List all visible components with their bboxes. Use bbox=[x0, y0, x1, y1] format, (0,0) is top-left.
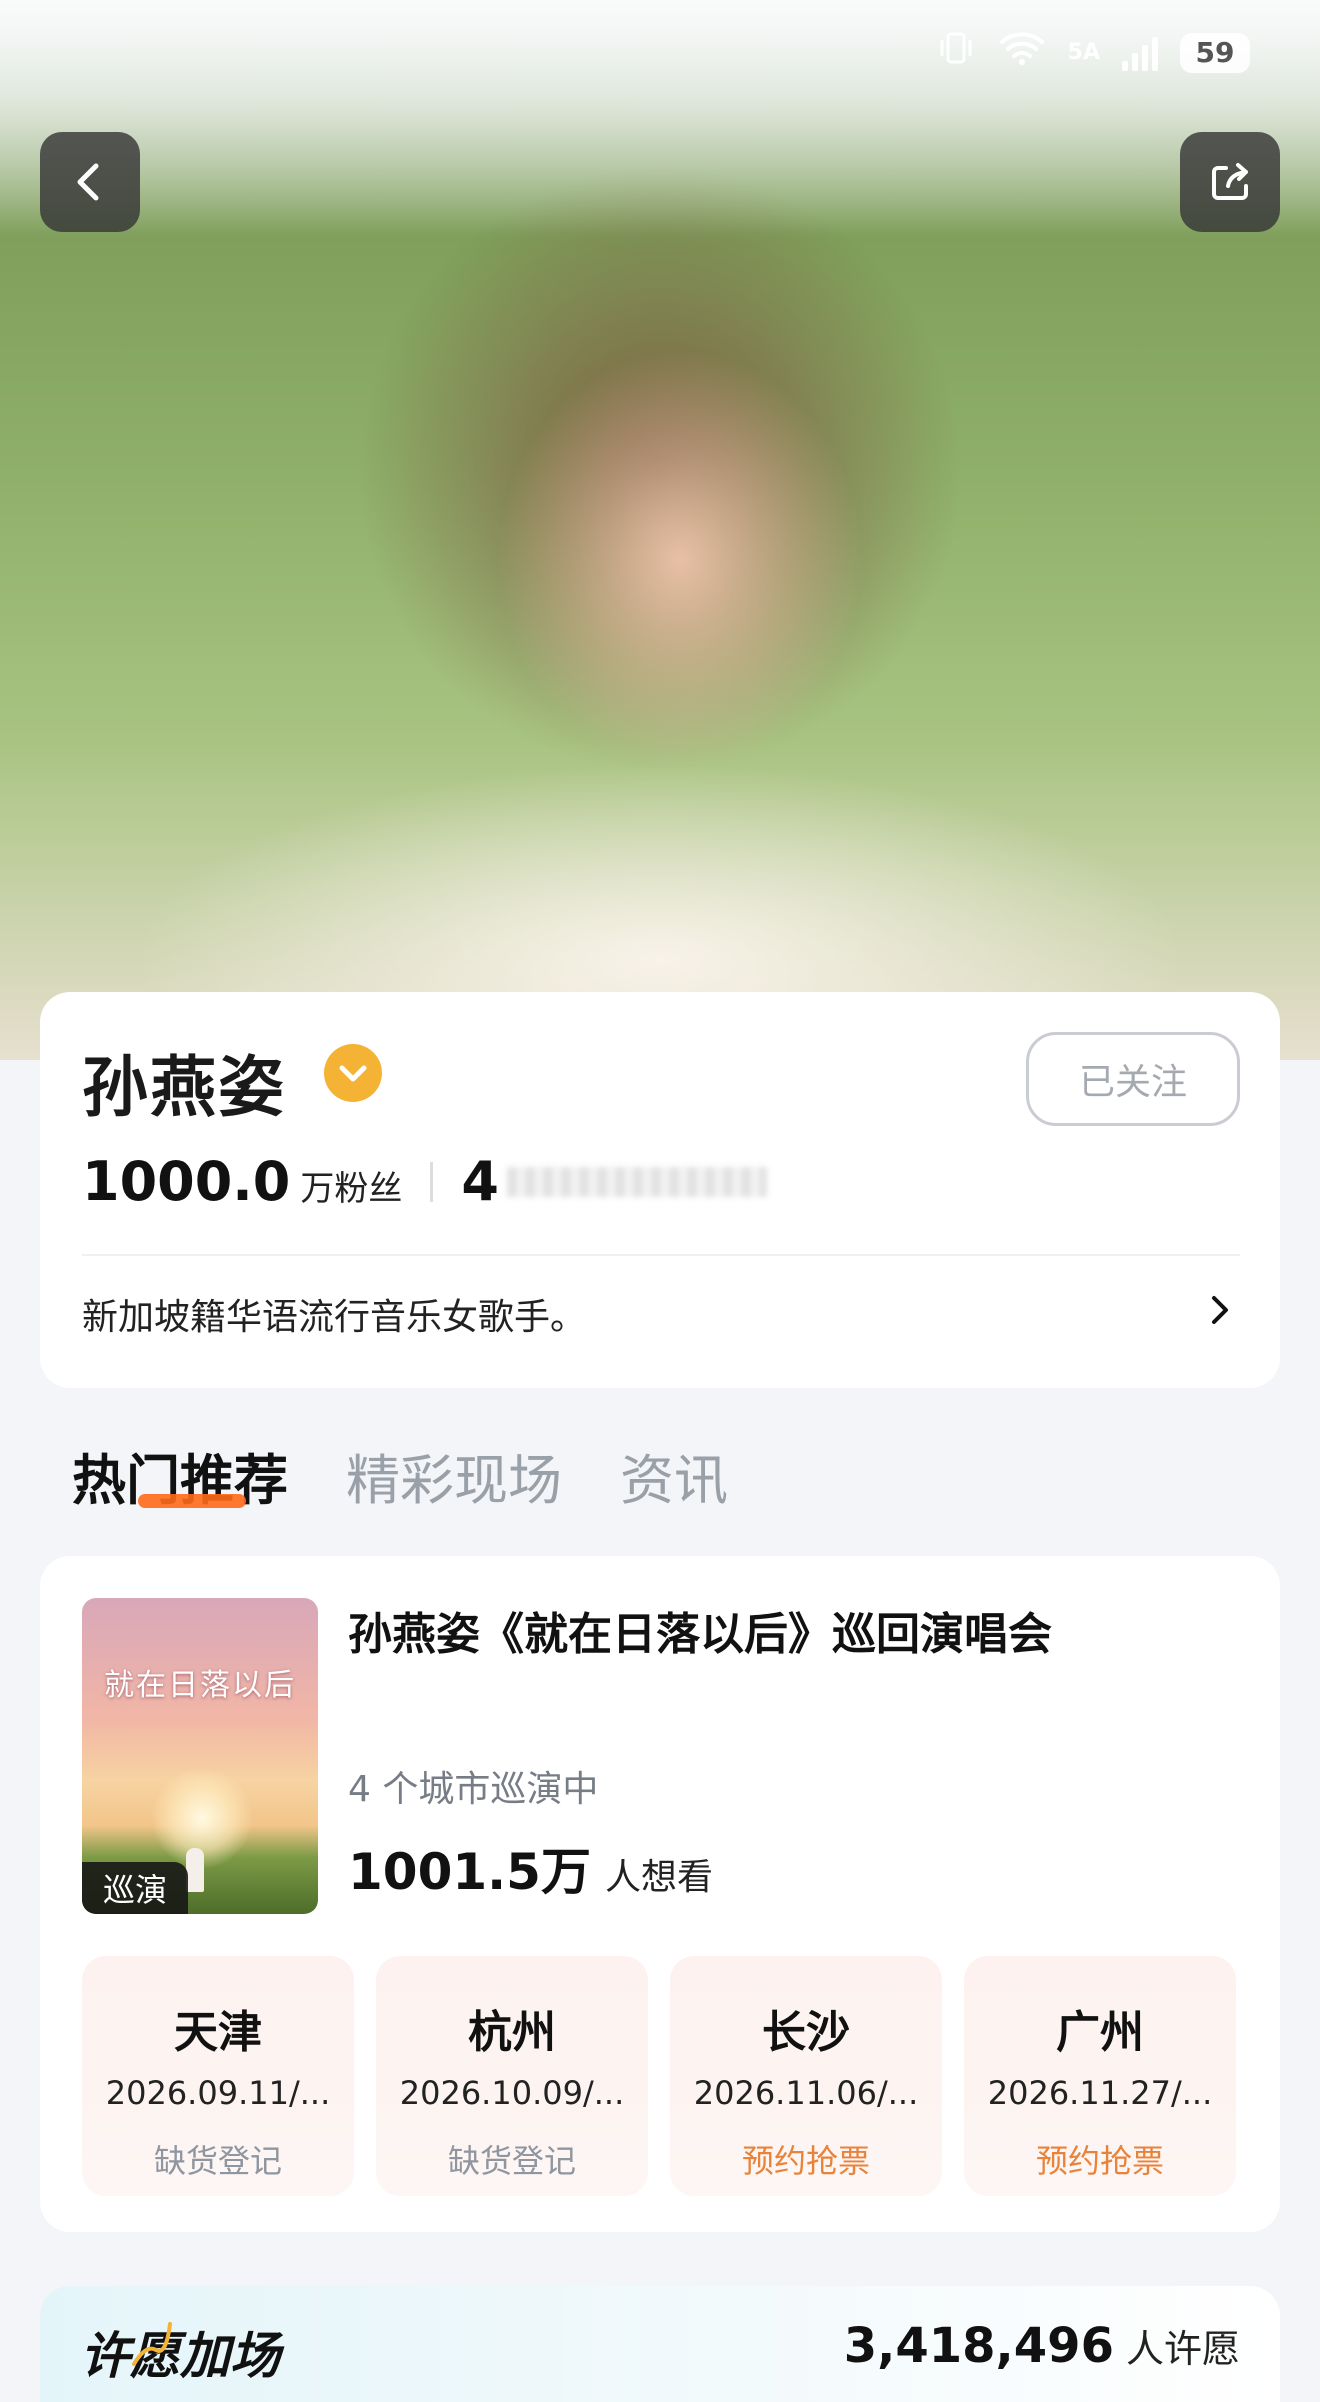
status-bar: 5A 59 bbox=[936, 28, 1250, 77]
stats-row: 1000.0 万粉丝 4 bbox=[82, 1150, 767, 1213]
stats-divider bbox=[430, 1161, 434, 1202]
tab-live-highlights[interactable]: 精彩现场 bbox=[346, 1436, 562, 1515]
vibrate-icon bbox=[936, 28, 976, 77]
city-status: 预约抢票 bbox=[1035, 2142, 1164, 2180]
city-name: 天津 bbox=[174, 2007, 262, 2058]
battery-icon: 59 bbox=[1180, 32, 1250, 73]
fans-count: 1000.0 bbox=[82, 1150, 291, 1213]
wish-label: 人许愿 bbox=[1125, 2327, 1240, 2371]
share-icon bbox=[1212, 163, 1248, 200]
share-button[interactable] bbox=[1180, 132, 1280, 232]
chevron-right-icon[interactable] bbox=[1200, 1290, 1240, 1330]
event-poster[interactable]: 就在日落以后 巡演 bbox=[82, 1598, 318, 1914]
city-name: 长沙 bbox=[762, 2007, 850, 2058]
city-card-changsha[interactable]: 长沙 2026.11.06/... 预约抢票 bbox=[670, 1956, 942, 2196]
back-button[interactable] bbox=[40, 132, 140, 232]
tab-news[interactable]: 资讯 bbox=[620, 1436, 728, 1515]
city-card-hangzhou[interactable]: 杭州 2026.10.09/... 缺货登记 bbox=[376, 1956, 648, 2196]
artist-profile-card: 孙燕姿 已关注 1000.0 万粉丝 4 新加坡籍华语流行音乐女歌手。 bbox=[40, 992, 1280, 1388]
city-name: 广州 bbox=[1056, 2007, 1144, 2058]
active-tab-indicator bbox=[138, 1494, 246, 1508]
artist-hero-photo: 5A 59 bbox=[0, 0, 1320, 1060]
event-title[interactable]: 孙燕姿《就在日落以后》巡回演唱会 bbox=[348, 1598, 1052, 1662]
city-date: 2026.10.09/... bbox=[399, 2074, 625, 2112]
network-label: 5A bbox=[1067, 40, 1100, 65]
divider bbox=[82, 1254, 1240, 1256]
back-arrow-icon bbox=[77, 163, 99, 201]
signal-icon bbox=[1122, 35, 1158, 71]
artist-bio[interactable]: 新加坡籍华语流行音乐女歌手。 bbox=[82, 1288, 586, 1340]
wish-extra-show-bar[interactable]: 许愿加场 3,418,496 人许愿 bbox=[40, 2286, 1280, 2402]
fans-label: 万粉丝 bbox=[300, 1169, 403, 1209]
scribble-icon bbox=[132, 2322, 172, 2366]
artist-name: 孙燕姿 bbox=[82, 1049, 286, 1126]
wifi-icon bbox=[998, 28, 1046, 77]
poster-title: 就在日落以后 bbox=[104, 1668, 296, 1703]
follow-button[interactable]: 已关注 bbox=[1026, 1032, 1240, 1126]
poster-figure bbox=[186, 1848, 204, 1892]
city-name: 杭州 bbox=[468, 2007, 556, 2058]
want-count: 1001.5万 bbox=[348, 1843, 591, 1901]
city-date: 2026.11.06/... bbox=[693, 2074, 919, 2112]
want-to-see-row: 1001.5万 人想看 bbox=[348, 1832, 713, 1904]
tour-badge: 巡演 bbox=[82, 1862, 188, 1914]
city-date: 2026.11.27/... bbox=[987, 2074, 1213, 2112]
wish-title: 许愿加场 bbox=[80, 2327, 280, 2385]
city-card-guangzhou[interactable]: 广州 2026.11.27/... 预约抢票 bbox=[964, 1956, 1236, 2196]
city-status: 预约抢票 bbox=[741, 2142, 870, 2180]
city-list: 天津 2026.09.11/... 缺货登记 杭州 2026.10.09/...… bbox=[82, 1956, 1236, 2196]
second-stat: 4 bbox=[461, 1150, 499, 1213]
blurred-region bbox=[506, 1166, 767, 1197]
city-card-tianjin[interactable]: 天津 2026.09.11/... 缺货登记 bbox=[82, 1956, 354, 2196]
wish-count: 3,418,496 bbox=[843, 2318, 1114, 2374]
city-date: 2026.09.11/... bbox=[105, 2074, 331, 2112]
verified-icon bbox=[324, 1044, 382, 1102]
city-status: 缺货登记 bbox=[447, 2142, 576, 2180]
tour-event-card[interactable]: 就在日落以后 巡演 孙燕姿《就在日落以后》巡回演唱会 4 个城市巡演中 1001… bbox=[40, 1556, 1280, 2232]
city-status: 缺货登记 bbox=[153, 2142, 282, 2180]
wish-count-row: 3,418,496 人许愿 bbox=[844, 2318, 1240, 2374]
want-label: 人想看 bbox=[604, 1857, 713, 1898]
event-subtitle: 4 个城市巡演中 bbox=[348, 1769, 599, 1810]
